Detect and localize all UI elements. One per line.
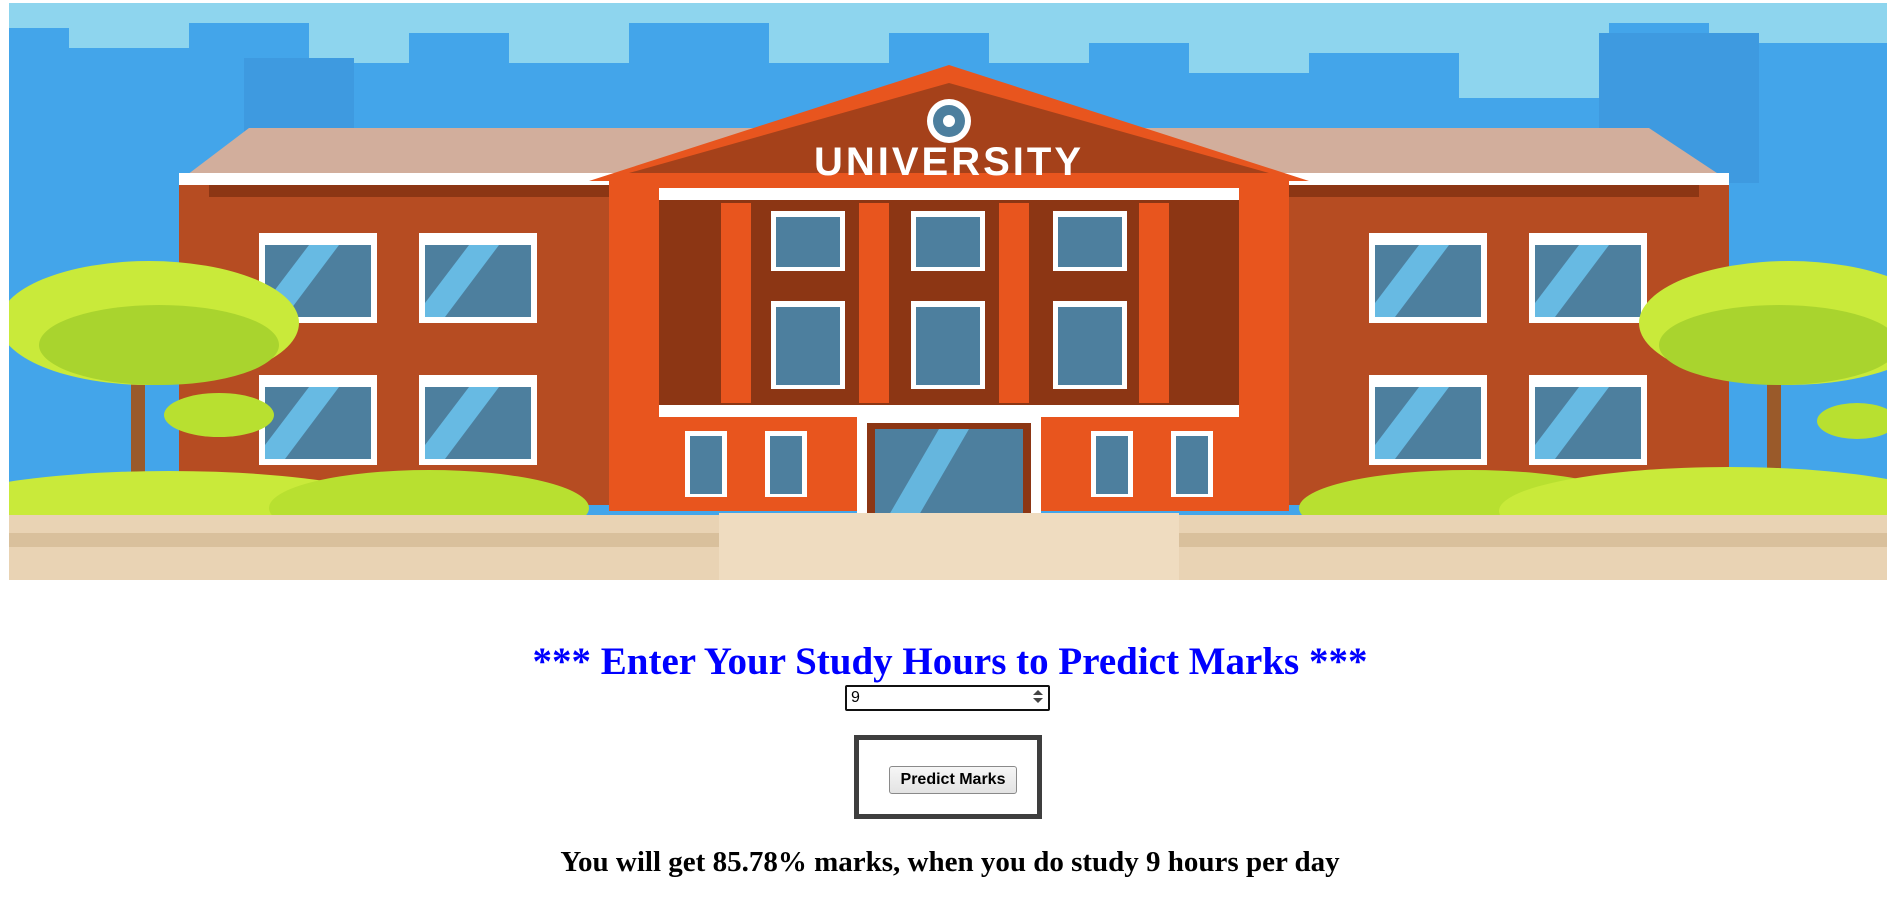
prediction-result-text: You will get 85.78% marks, when you do s…: [560, 846, 1340, 878]
spin-down-arrow-icon[interactable]: [1033, 698, 1043, 703]
spin-up-arrow-icon[interactable]: [1033, 690, 1043, 695]
study-hours-input[interactable]: [845, 685, 1050, 711]
page-heading: *** Enter Your Study Hours to Predict Ma…: [532, 640, 1368, 684]
spinner-arrows-icon[interactable]: [1032, 690, 1044, 706]
study-hours-field[interactable]: [845, 685, 1050, 711]
university-sign-text: UNIVERSITY: [814, 140, 1084, 184]
university-banner-image: UNIVERSITY: [9, 3, 1887, 580]
predict-button-frame: Predict Marks: [854, 735, 1042, 819]
predict-marks-button[interactable]: Predict Marks: [889, 766, 1017, 794]
